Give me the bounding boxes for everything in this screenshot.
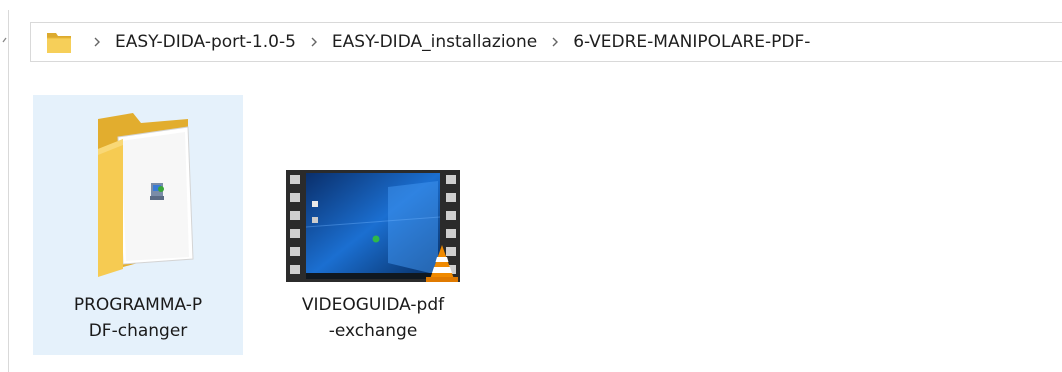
breadcrumb-item-easy-dida-installazione[interactable]: EASY-DIDA_installazione [328, 32, 541, 52]
folder-with-exe-icon [33, 109, 243, 279]
back-arrow-icon[interactable] [0, 30, 8, 54]
folder-icon [47, 33, 71, 53]
address-bar[interactable]: EASY-DIDA-port-1.0-5 EASY-DIDA_installaz… [30, 22, 1062, 62]
window-left-edge [8, 10, 9, 372]
chevron-right-icon[interactable] [541, 32, 569, 52]
file-name-line1: VIDEOGUIDA-pdf [301, 295, 445, 315]
file-item-programma-pdf-changer[interactable]: PROGRAMMA-P DF-changer [33, 95, 243, 355]
chevron-right-icon[interactable] [300, 32, 328, 52]
breadcrumb-item-vedre-manipolare-pdf[interactable]: 6-VEDRE-MANIPOLARE-PDF- [569, 32, 814, 52]
breadcrumb: EASY-DIDA-port-1.0-5 EASY-DIDA_installaz… [83, 23, 814, 61]
file-name-line2: DF-changer [88, 321, 188, 341]
file-name-line2: -exchange [328, 321, 418, 341]
file-name-line1: PROGRAMMA-P [73, 295, 203, 315]
video-thumbnail-icon [268, 167, 478, 287]
file-item-videoguida-pdf-exchange[interactable]: VIDEOGUIDA-pdf -exchange [268, 95, 478, 355]
breadcrumb-item-easy-dida-port[interactable]: EASY-DIDA-port-1.0-5 [111, 32, 300, 52]
chevron-right-icon[interactable] [83, 32, 111, 52]
